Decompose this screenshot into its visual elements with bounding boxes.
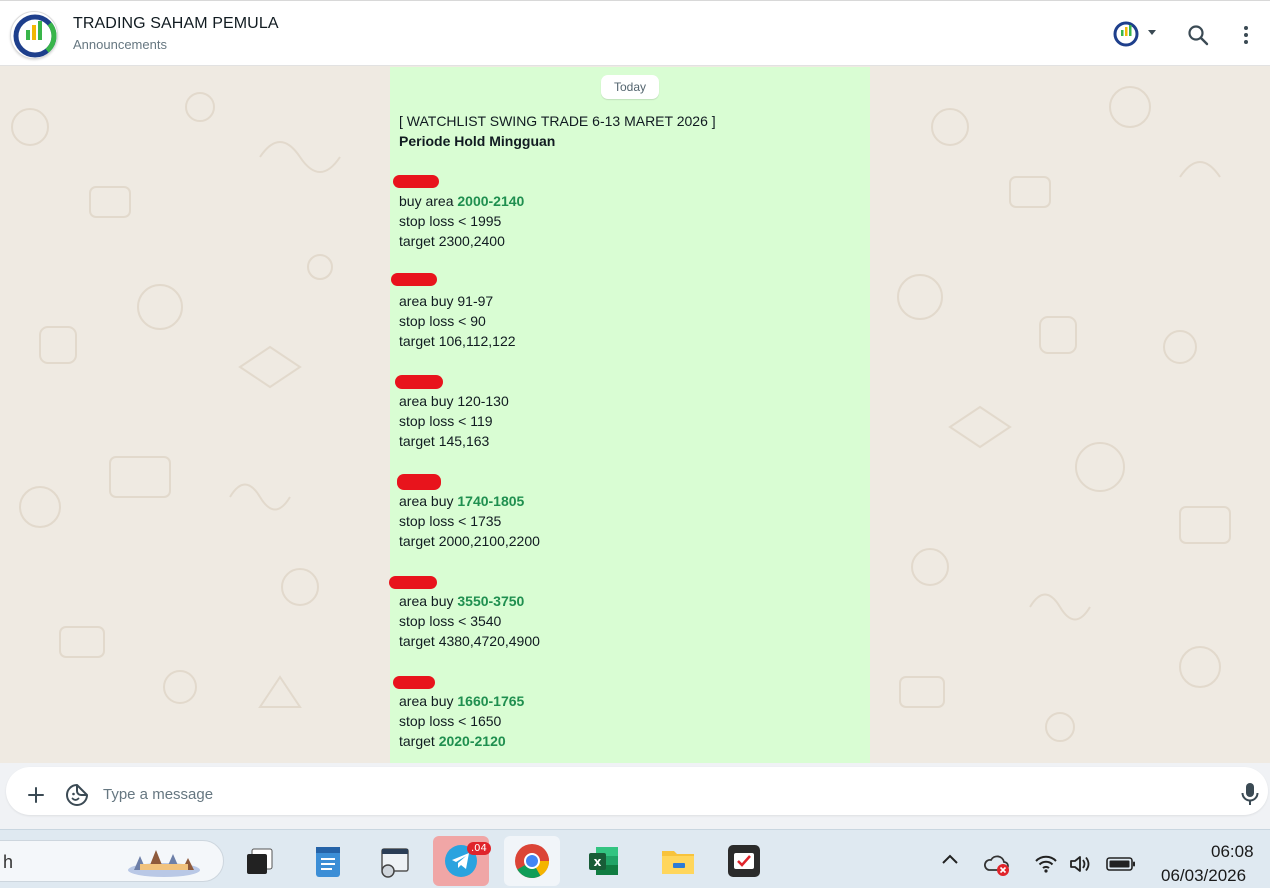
date-chip: Today: [601, 75, 659, 99]
target-line: target 145,163: [399, 431, 716, 451]
redacted-ticker: [395, 371, 716, 391]
buy-area-line: area buy 91-97: [399, 291, 716, 311]
target-label: target: [399, 233, 439, 249]
stop-loss-line: stop loss < 119: [399, 413, 493, 429]
chevron-up-icon[interactable]: [940, 852, 960, 866]
group-avatar[interactable]: [10, 11, 58, 59]
composer-bar: [0, 763, 1270, 829]
chat-area[interactable]: Today [ WATCHLIST SWING TRADE 6-13 MARET…: [0, 67, 1270, 767]
chrome-icon[interactable]: [504, 836, 560, 886]
battery-icon[interactable]: [1106, 856, 1136, 872]
notepad-icon[interactable]: [300, 836, 356, 886]
message-input[interactable]: [96, 779, 1216, 809]
buy-label: area buy: [399, 693, 458, 709]
stop-loss-line: stop loss < 1735: [399, 513, 502, 529]
target-value: 106,112,122: [438, 333, 516, 349]
buy-area-line: area buy 1740-1805: [399, 491, 716, 511]
target-label: target: [399, 733, 439, 749]
chat-title[interactable]: TRADING SAHAM PEMULA: [73, 15, 279, 33]
composer: [6, 767, 1268, 815]
target-line: target 2000,2100,2200: [399, 531, 716, 551]
search-highlight-icon: [128, 850, 200, 877]
clock-date[interactable]: 06/03/2026: [1161, 866, 1246, 886]
stop-loss-line: stop loss < 3540: [399, 613, 502, 629]
target-label: target: [399, 533, 439, 549]
buy-label: area buy: [399, 293, 458, 309]
volume-icon[interactable]: [1068, 854, 1092, 874]
stop-loss-line: stop loss < 1995: [399, 213, 502, 229]
excel-icon[interactable]: x: [576, 836, 632, 886]
buy-label: area buy: [399, 493, 458, 509]
chat-subtitle: Announcements: [73, 37, 167, 52]
buy-label: buy area: [399, 193, 458, 209]
buy-range: 120-130: [457, 393, 509, 409]
stop-loss-line: stop loss < 1650: [399, 713, 502, 729]
redacted-ticker: [389, 571, 716, 591]
buy-range: 3550-3750: [457, 593, 525, 609]
target-line: target 4380,4720,4900: [399, 631, 716, 651]
community-logo-icon[interactable]: [1112, 20, 1140, 48]
target-line: target 2300,2400: [399, 231, 716, 251]
stop-loss-line: stop loss < 90: [399, 313, 486, 329]
file-explorer-icon[interactable]: [650, 836, 706, 886]
target-label: target: [399, 633, 439, 649]
clock-time[interactable]: 06:08: [1211, 842, 1254, 862]
buy-area-line: area buy 120-130: [399, 391, 716, 411]
microphone-icon[interactable]: [1238, 781, 1262, 807]
buy-range: 2000-2140: [457, 193, 525, 209]
telegram-unread-badge: .04: [467, 842, 491, 855]
os-taskbar: h .04 x: [0, 829, 1270, 888]
more-options-icon[interactable]: [1234, 23, 1258, 47]
target-value: 2000,2100,2200: [438, 533, 540, 549]
taskbar-search[interactable]: h: [0, 840, 224, 882]
message-heading: [ WATCHLIST SWING TRADE 6-13 MARET 2026 …: [399, 113, 716, 129]
buy-label: area buy: [399, 393, 458, 409]
system-tool-icon[interactable]: [366, 836, 422, 886]
buy-area-line: area buy 3550-3750: [399, 591, 716, 611]
target-label: target: [399, 433, 439, 449]
telegram-icon[interactable]: .04: [433, 836, 491, 886]
taskbar-search-text: h: [3, 852, 14, 872]
buy-range: 1660-1765: [457, 693, 525, 709]
sticker-icon[interactable]: [64, 782, 90, 808]
chevron-down-icon[interactable]: [1148, 30, 1156, 35]
redacted-ticker: [397, 471, 716, 491]
svg-text:x: x: [594, 855, 602, 869]
snipping-tool-icon[interactable]: [716, 836, 772, 886]
onedrive-error-icon[interactable]: [984, 852, 1012, 878]
redacted-ticker: [393, 171, 716, 191]
target-value: 145,163: [438, 433, 490, 449]
message-text: [ WATCHLIST SWING TRADE 6-13 MARET 2026 …: [389, 111, 716, 751]
target-value: 2300,2400: [438, 233, 505, 249]
target-label: target: [399, 333, 439, 349]
redacted-ticker: [393, 671, 716, 691]
target-line: target 2020-2120: [399, 731, 716, 751]
attach-plus-icon[interactable]: [24, 783, 48, 807]
target-line: target 106,112,122: [399, 331, 716, 351]
buy-label: area buy: [399, 593, 458, 609]
task-view-icon[interactable]: [232, 836, 288, 886]
target-value: 4380,4720,4900: [438, 633, 540, 649]
buy-range: 1740-1805: [457, 493, 525, 509]
buy-area-line: area buy 1660-1765: [399, 691, 716, 711]
buy-range: 91-97: [457, 293, 494, 309]
target-value: 2020-2120: [438, 733, 506, 749]
wifi-icon[interactable]: [1034, 854, 1058, 874]
search-icon[interactable]: [1186, 23, 1210, 47]
redacted-ticker: [391, 271, 716, 291]
chat-header: TRADING SAHAM PEMULA Announcements: [0, 0, 1270, 66]
message-subheading: Periode Hold Mingguan: [399, 133, 556, 149]
buy-area-line: buy area 2000-2140: [399, 191, 716, 211]
